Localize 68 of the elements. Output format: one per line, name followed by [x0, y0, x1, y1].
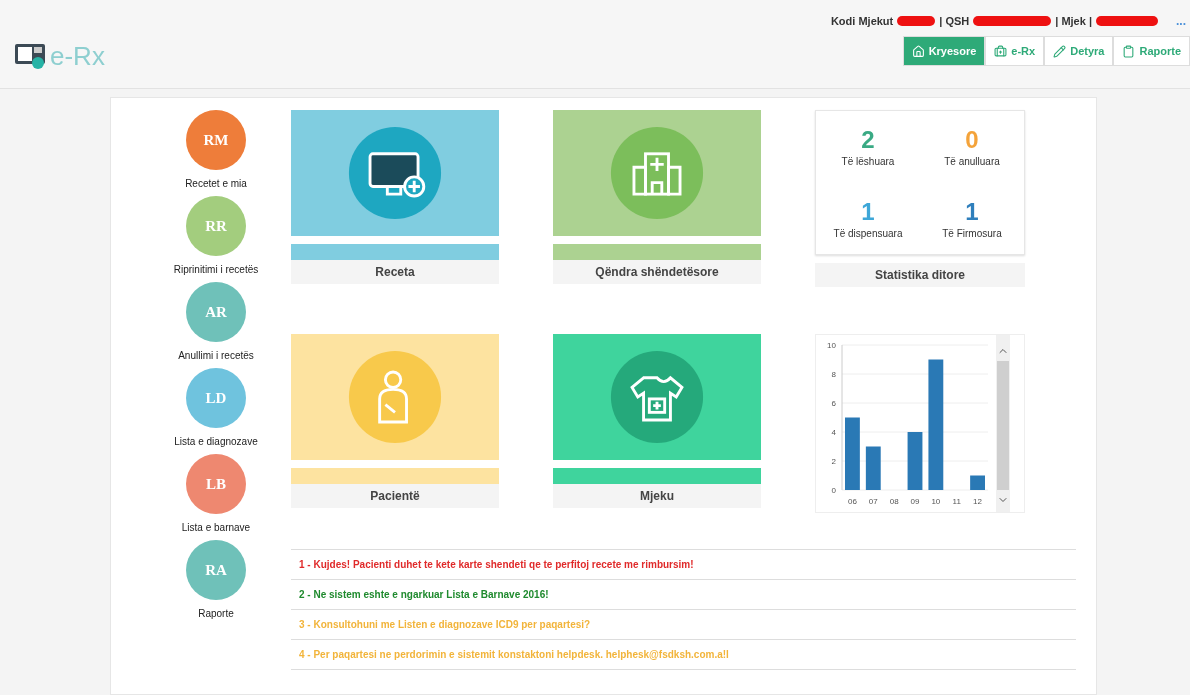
- axis-label: 06: [848, 497, 857, 506]
- logo-icon: [14, 42, 48, 70]
- tile-background[interactable]: [553, 334, 761, 460]
- medkit-icon: [994, 44, 1008, 58]
- user-info-label: Kodi Mjekut: [830, 15, 894, 27]
- axis-label: 6: [831, 399, 836, 408]
- axis-label: 2: [831, 457, 836, 466]
- prescription-icon: [347, 125, 443, 221]
- tile-background[interactable]: [553, 110, 761, 236]
- shortcut-label: Raporte: [198, 608, 234, 619]
- nav-tab[interactable]: e-Rx: [985, 36, 1045, 66]
- nav-tab[interactable]: Detyra: [1044, 36, 1114, 66]
- axis-label: 10: [827, 341, 836, 350]
- tile-label[interactable]: Receta: [291, 260, 499, 284]
- axis-label: 09: [910, 497, 920, 506]
- tile-label[interactable]: Mjeku: [553, 484, 761, 508]
- user-info-label: | Mjek |: [1055, 15, 1092, 27]
- axis-label: 11: [952, 497, 961, 506]
- notice-text: 2 - Ne sistem eshte e ngarkuar Lista e Barnave 2016!: [291, 580, 1076, 610]
- shortcut-button[interactable]: RR: [186, 196, 246, 256]
- notice-text: 3 - Konsultohuni me Listen e diagnozave ICD9 per paqartesi?: [291, 610, 1076, 640]
- notice-text: 4 - Per paqartesi ne perdorimin e sistemit konstaktoni helpdesk. helphesk@fsdksh.com.a!l: [291, 640, 1076, 670]
- axis-label: 12: [973, 497, 982, 506]
- axis-label: 0: [831, 486, 836, 495]
- doctor-icon: [609, 349, 705, 445]
- statistics-title: Statistika ditore: [815, 263, 1025, 287]
- nav-tab[interactable]: Raporte: [1113, 36, 1190, 66]
- shortcut-button[interactable]: LB: [186, 454, 246, 514]
- notice-text: 1 - Kujdes! Pacienti duhet te kete karte shendeti qe te perfitoj recete me rimbursim!: [291, 550, 1076, 580]
- axis-label: 8: [831, 370, 836, 379]
- stat-value: 2: [861, 126, 875, 155]
- clipboard-icon: [1122, 44, 1136, 58]
- tile-label[interactable]: Qëndra shëndetësore: [553, 260, 761, 284]
- shortcut-button[interactable]: AR: [186, 282, 246, 342]
- tile-label[interactable]: Pacientë: [291, 484, 499, 508]
- bar: [907, 432, 923, 490]
- home-icon: [911, 44, 925, 58]
- tile-background[interactable]: [291, 110, 499, 236]
- nav-tab[interactable]: Kryesore: [902, 36, 986, 66]
- pencil-icon: [1053, 44, 1067, 58]
- bar: [865, 446, 881, 490]
- stat-label: Të dispensuara: [833, 228, 903, 240]
- stat-value: 1: [861, 198, 875, 227]
- bar: [970, 475, 985, 490]
- scrollbar[interactable]: [996, 335, 1010, 512]
- axis-label: 4: [831, 428, 836, 437]
- more-menu[interactable]: ...: [1176, 14, 1186, 28]
- shortcut-button[interactable]: RM: [186, 110, 246, 170]
- axis-label: 07: [868, 497, 878, 506]
- logo-text: e-Rx: [50, 40, 105, 72]
- patient-icon: [347, 349, 443, 445]
- shortcut-label: Lista e diagnozave: [174, 436, 258, 447]
- shortcut-label: Recetet e mia: [185, 178, 247, 189]
- shortcut-label: Anullimi i recetës: [178, 350, 254, 361]
- stat-label: Të Firmosura: [942, 228, 1002, 240]
- tile-background[interactable]: [291, 334, 499, 460]
- stat-value: 0: [965, 126, 979, 155]
- shortcut-button[interactable]: RA: [186, 540, 246, 600]
- stat-label: Të anulluara: [944, 156, 1000, 168]
- axis-label: 08: [889, 497, 899, 506]
- axis-label: 10: [931, 497, 941, 506]
- shortcut-label: Riprinitimi i recetës: [173, 264, 259, 275]
- stat-value: 1: [965, 198, 979, 227]
- shortcut-label: Lista e barnave: [181, 522, 251, 533]
- stat-label: Të lëshuara: [841, 156, 895, 168]
- user-info-label: | QSH: [939, 15, 970, 27]
- hospital-icon: [609, 125, 705, 221]
- shortcut-button[interactable]: LD: [186, 368, 246, 428]
